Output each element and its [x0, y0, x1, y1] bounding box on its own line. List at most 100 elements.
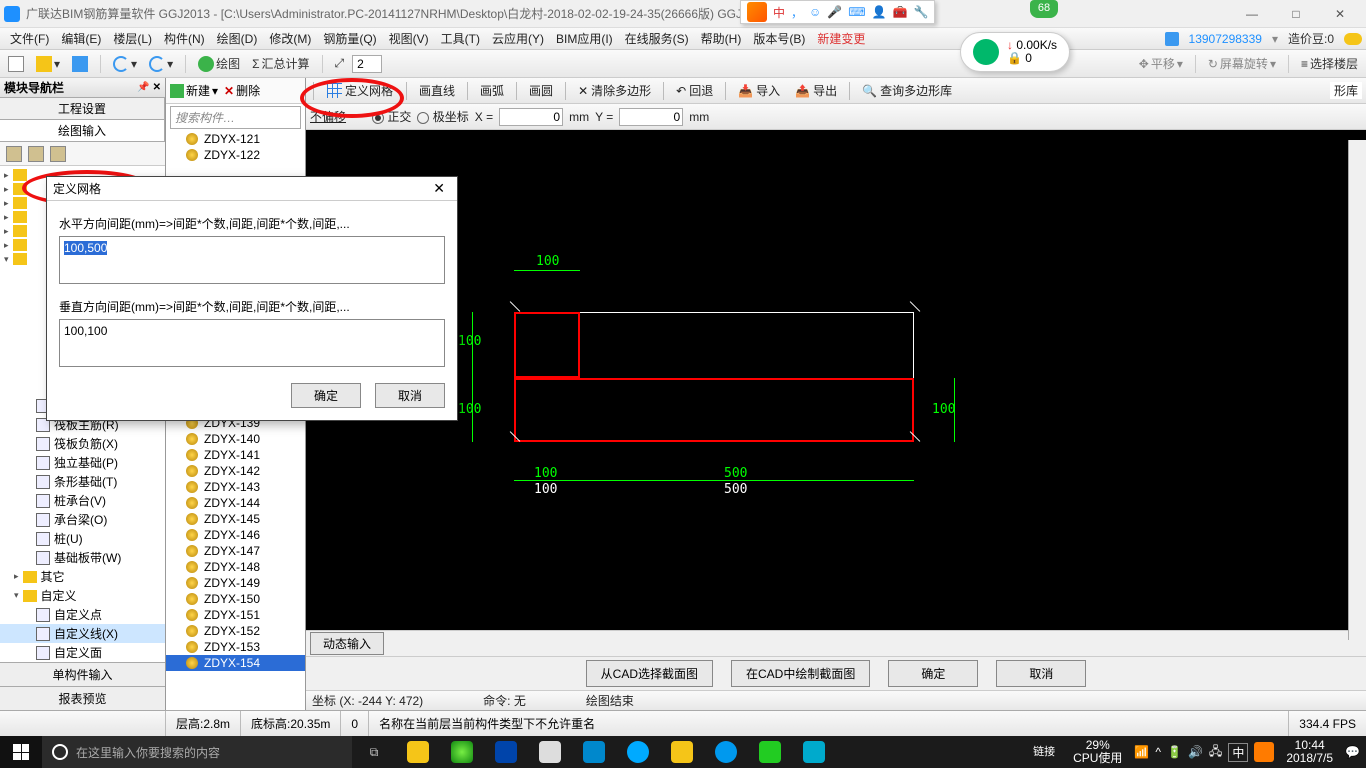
tray-clock[interactable]: 10:442018/7/5 — [1280, 739, 1339, 765]
menu-file[interactable]: 文件(F) — [4, 30, 55, 47]
toolbox-icon[interactable]: 🧰 — [893, 5, 908, 19]
draw-line-button[interactable]: 画直线 — [413, 80, 461, 101]
minimize-button[interactable]: — — [1230, 0, 1274, 28]
comp-item[interactable]: ZDYX-122 — [166, 147, 305, 163]
dialog-close-button[interactable]: ✕ — [427, 180, 451, 197]
punct-icon[interactable]: ， — [791, 4, 803, 21]
app-edge[interactable] — [484, 736, 528, 768]
misc-button[interactable]: ⤢ — [331, 54, 349, 73]
tray-sogou-icon[interactable] — [1254, 742, 1274, 762]
draw-button[interactable]: 绘图 — [194, 53, 244, 74]
define-grid-button[interactable]: 定义网格 — [320, 79, 400, 102]
report-preview[interactable]: 报表预览 — [0, 686, 165, 710]
component-search[interactable]: 搜索构件… — [170, 106, 301, 129]
tray-link[interactable]: 链接 — [1027, 746, 1061, 758]
single-component-input[interactable]: 单构件输入 — [0, 662, 165, 686]
query-poly-button[interactable]: 🔍 查询多边形库 — [856, 80, 958, 101]
menu-help[interactable]: 帮助(H) — [695, 30, 748, 47]
x-input[interactable] — [499, 108, 563, 126]
open-file-button[interactable]: ▾ — [32, 54, 64, 74]
comp-item[interactable]: ZDYX-150 — [166, 591, 305, 607]
dynamic-input-button[interactable]: 动态输入 — [310, 632, 384, 655]
app-explorer[interactable] — [396, 736, 440, 768]
menu-bim[interactable]: BIM应用(I) — [550, 30, 619, 47]
menu-cloud[interactable]: 云应用(Y) — [486, 30, 550, 47]
tray-net-icon[interactable]: 🖧 — [1209, 742, 1222, 763]
screen-rotate-button[interactable]: ↻ 屏幕旋转 ▾ — [1204, 53, 1280, 74]
undo-button[interactable]: ▾ — [109, 54, 141, 74]
nav-icon-2[interactable] — [28, 146, 44, 162]
menu-floor[interactable]: 楼层(L) — [107, 30, 158, 47]
menu-newchange[interactable]: 新建变更 — [811, 30, 871, 47]
pan-button[interactable]: ✥ 平移 ▾ — [1135, 53, 1187, 74]
menu-draw[interactable]: 绘图(D) — [211, 30, 264, 47]
save-file-button[interactable] — [68, 54, 92, 74]
tab-draw-input[interactable]: 绘图输入 — [0, 120, 165, 141]
tree-item[interactable]: 筏板负筋(X) — [0, 434, 165, 453]
comp-item[interactable]: ZDYX-154 — [166, 655, 305, 671]
comp-item[interactable]: ZDYX-143 — [166, 479, 305, 495]
tray-ime-icon[interactable]: 中 — [1228, 743, 1248, 762]
sum-button[interactable]: Σ 汇总计算 — [248, 53, 313, 74]
tree-item[interactable]: 自定义面 — [0, 643, 165, 662]
netspeed-widget[interactable]: ↓ 0.00K/s 🔒 0 — [960, 32, 1070, 72]
user-icon[interactable]: 👤 — [872, 5, 887, 19]
y-input[interactable] — [619, 108, 683, 126]
vertical-spacing-input[interactable]: 100,100 — [59, 319, 445, 367]
export-button[interactable]: 📤 导出 — [789, 80, 843, 101]
in-cad-button[interactable]: 在CAD中绘制截面图 — [731, 660, 870, 687]
tray-volume-icon[interactable]: 🔊 — [1188, 745, 1203, 759]
app-wechat[interactable] — [748, 736, 792, 768]
menu-online[interactable]: 在线服务(S) — [619, 30, 695, 47]
comp-item[interactable]: ZDYX-141 — [166, 447, 305, 463]
nav-icon-3[interactable] — [50, 146, 66, 162]
app-tencent[interactable] — [704, 736, 748, 768]
tree-item[interactable]: 独立基础(P) — [0, 453, 165, 472]
comp-item[interactable]: ZDYX-151 — [166, 607, 305, 623]
menu-modify[interactable]: 修改(M) — [263, 30, 317, 47]
section-ok-button[interactable]: 确定 — [888, 660, 978, 687]
tree-item[interactable]: 桩承台(V) — [0, 491, 165, 510]
ortho-radio[interactable] — [372, 112, 384, 124]
pin-icon[interactable]: 📌 ✕ — [137, 82, 161, 93]
app-360[interactable] — [440, 736, 484, 768]
tray-notifications-icon[interactable]: 💬 — [1345, 745, 1360, 759]
comp-item[interactable]: ZDYX-121 — [166, 131, 305, 147]
app-ie[interactable] — [616, 736, 660, 768]
delete-component-button[interactable]: ✕删除 — [224, 82, 260, 99]
user-id[interactable]: 13907298339 — [1189, 32, 1262, 46]
undo-draw-button[interactable]: ↶ 回退 — [670, 80, 719, 101]
section-cancel-button[interactable]: 取消 — [996, 660, 1086, 687]
polar-radio[interactable] — [417, 112, 429, 124]
select-floor-button[interactable]: ≡ 选择楼层 — [1297, 53, 1362, 74]
comp-item[interactable]: ZDYX-144 — [166, 495, 305, 511]
drawing-canvas[interactable]: 100 100 10 100 100 100 100 500 500 — [306, 130, 1366, 630]
taskbar-search[interactable]: 在这里输入你要搜索的内容 — [42, 736, 352, 768]
comp-item[interactable]: ZDYX-148 — [166, 559, 305, 575]
dialog-ok-button[interactable]: 确定 — [291, 383, 361, 408]
right-dock-pane[interactable] — [1348, 140, 1366, 640]
comp-item[interactable]: ZDYX-149 — [166, 575, 305, 591]
wrench-icon[interactable]: 🔧 — [913, 5, 928, 19]
app-store[interactable] — [528, 736, 572, 768]
tray-battery-icon[interactable]: 🔋 — [1167, 745, 1182, 759]
tree-item[interactable]: 条形基础(T) — [0, 472, 165, 491]
app-glodon[interactable] — [792, 736, 836, 768]
taskview-icon[interactable]: ⧉ — [352, 736, 396, 768]
from-cad-button[interactable]: 从CAD选择截面图 — [586, 660, 713, 687]
menu-view[interactable]: 视图(V) — [383, 30, 435, 47]
comp-item[interactable]: ZDYX-153 — [166, 639, 305, 655]
comp-item[interactable]: ZDYX-152 — [166, 623, 305, 639]
import-button[interactable]: 📥 导入 — [732, 80, 786, 101]
menu-edit[interactable]: 编辑(E) — [55, 30, 107, 47]
new-file-button[interactable] — [4, 54, 28, 74]
app-edge2[interactable] — [572, 736, 616, 768]
no-offset-label[interactable]: 不偏移 — [310, 108, 346, 125]
tab-project-setting[interactable]: 工程设置 — [0, 98, 165, 119]
comp-item[interactable]: ZDYX-147 — [166, 543, 305, 559]
comp-item[interactable]: ZDYX-140 — [166, 431, 305, 447]
menu-component[interactable]: 构件(N) — [158, 30, 211, 47]
menu-tools[interactable]: 工具(T) — [435, 30, 486, 47]
nav-icon-1[interactable] — [6, 146, 22, 162]
dialog-titlebar[interactable]: 定义网格 ✕ — [47, 177, 457, 201]
